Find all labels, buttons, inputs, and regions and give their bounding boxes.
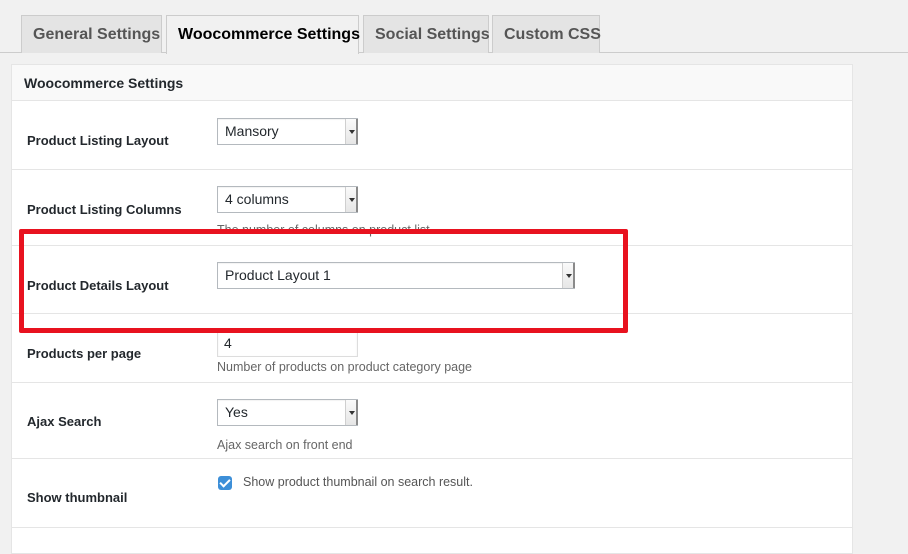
show-thumbnail-checkbox-label[interactable]: Show product thumbnail on search result. [243,475,473,489]
show-thumbnail-label: Show thumbnail [27,490,128,505]
product-listing-columns-label: Product Listing Columns [27,202,182,217]
products-per-page-label: Products per page [27,346,142,361]
setting-row-products-per-page: Products per page 4 Number of products o… [12,314,852,383]
product-listing-layout-value: Mansory [225,123,279,139]
tab-woocommerce-settings[interactable]: Woocommerce Settings [166,15,360,54]
settings-tabs: General Settings Woocommerce Settings So… [0,0,908,54]
chevron-down-icon [345,187,358,212]
woocommerce-settings-panel: Woocommerce Settings Product Listing Lay… [11,64,853,554]
ajax-search-value: Yes [225,404,248,420]
products-per-page-description: Number of products on product category p… [217,360,473,374]
tab-social-settings[interactable]: Social Settings [363,15,490,53]
ajax-search-description: Ajax search on front end [217,438,353,452]
product-listing-columns-select[interactable]: 4 columns [217,186,358,213]
setting-row-product-listing-layout: Product Listing Layout Mansory [12,101,852,170]
product-listing-layout-label: Product Listing Layout [27,133,169,148]
product-details-layout-value: Product Layout 1 [225,267,331,283]
chevron-down-icon [562,263,575,288]
chevron-down-icon [345,119,358,144]
setting-row-product-details-layout: Product Details Layout Product Layout 1 [12,246,852,314]
show-thumbnail-checkbox[interactable] [218,476,232,490]
ajax-search-select[interactable]: Yes [217,399,358,426]
setting-row-ajax-search: Ajax Search Yes Ajax search on front end [12,383,852,459]
product-details-layout-select[interactable]: Product Layout 1 [217,262,575,289]
setting-row-show-thumbnail: Show thumbnail Show product thumbnail on… [12,459,852,528]
tab-custom-css[interactable]: Custom CSS [492,15,601,53]
setting-row-product-listing-columns: Product Listing Columns 4 columns The nu… [12,170,852,246]
tab-general-settings[interactable]: General Settings [21,15,162,53]
products-per-page-input[interactable]: 4 [217,329,358,357]
product-details-layout-label: Product Details Layout [27,278,169,293]
product-listing-layout-select[interactable]: Mansory [217,118,358,145]
chevron-down-icon [345,400,358,425]
ajax-search-label: Ajax Search [27,414,102,429]
product-listing-columns-value: 4 columns [225,191,289,207]
product-listing-columns-description: The number of columns on product list [217,223,430,237]
panel-title: Woocommerce Settings [12,65,852,101]
